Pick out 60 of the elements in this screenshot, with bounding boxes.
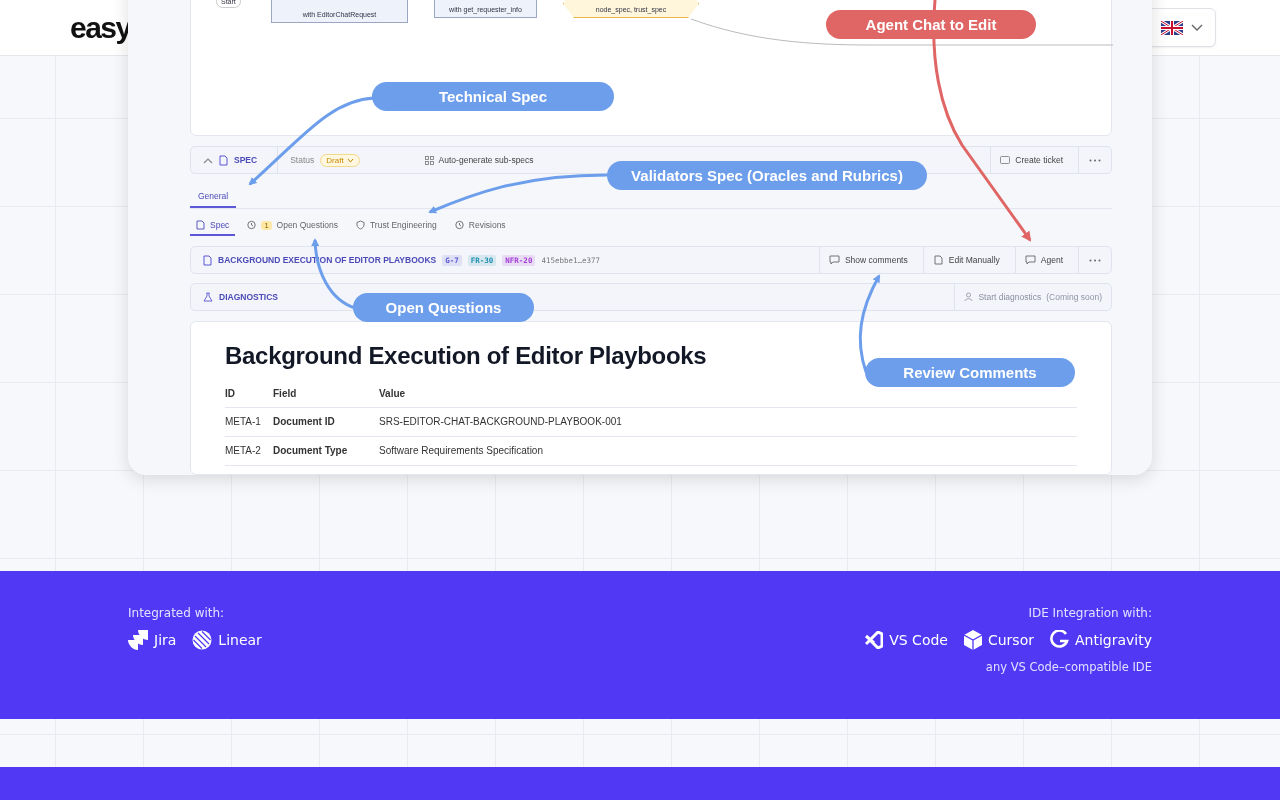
ticket-icon	[1000, 156, 1011, 164]
cube-icon	[963, 630, 982, 650]
chevron-up-icon[interactable]	[203, 156, 213, 164]
tab[interactable]: Trust Engineering	[350, 218, 443, 236]
more-icon	[1089, 258, 1101, 262]
logo[interactable]: easy	[70, 10, 131, 45]
annotation-label: Review Comments	[865, 358, 1075, 387]
column-header: Value	[379, 388, 1077, 408]
ide-note: any VS Code–compatible IDE	[985, 660, 1152, 674]
table-cell: Software Requirements Specification	[379, 436, 1077, 466]
shield-icon	[356, 220, 365, 230]
toolbar-button[interactable]: Show comments	[818, 247, 917, 273]
column-header: ID	[225, 388, 273, 408]
annotation-label: Validators Spec (Oracles and Rubrics)	[607, 161, 927, 190]
clock-icon	[247, 220, 257, 230]
spec-label: SPEC	[234, 155, 258, 165]
document-heading: Background Execution of Editor Playbooks	[225, 342, 708, 370]
diagnostics-label: DIAGNOSTICS	[219, 292, 279, 302]
integration-link[interactable]: Jira	[128, 630, 177, 650]
integration-link[interactable]: Linear	[192, 630, 262, 650]
table-cell: META-2	[225, 436, 273, 466]
ide-link[interactable]: Cursor	[963, 630, 1034, 650]
chevron-down-icon	[1191, 23, 1203, 32]
integrations-label: Integrated with:	[128, 606, 226, 620]
table-cell: SRS-EDITOR-CHAT-BACKGROUND-PLAYBOOK-001	[379, 407, 1077, 437]
document-icon	[196, 220, 205, 230]
speech-bubble-icon	[828, 255, 840, 265]
person-icon	[964, 292, 974, 302]
column-header: Field	[273, 388, 379, 408]
grid-icon	[424, 155, 434, 165]
flag-icon	[1161, 20, 1183, 35]
striped-circle-icon	[192, 630, 213, 650]
more-icon	[1089, 158, 1101, 162]
flask-icon	[203, 292, 213, 302]
document-icon	[932, 255, 944, 265]
caret-icon	[346, 157, 354, 163]
annotation-label: Agent Chat to Edit	[826, 10, 1036, 39]
tab[interactable]: Spec	[190, 218, 236, 236]
clock-icon	[454, 220, 464, 230]
auto-generate-button[interactable]: Auto-generate sub-specs	[415, 147, 543, 173]
table-cell: META-1	[225, 407, 273, 437]
tab[interactable]: General	[190, 188, 237, 208]
annotation-label: Technical Spec	[372, 82, 614, 111]
code-editor-icon	[865, 631, 884, 649]
tab[interactable]: Revisions	[448, 218, 512, 236]
table-cell: Document ID	[273, 407, 379, 437]
ide-label: IDE Integration with:	[1028, 606, 1152, 620]
table-cell: Document Type	[273, 436, 379, 466]
document-icon	[203, 254, 212, 266]
ide-link[interactable]: Antigravity	[1050, 630, 1152, 650]
speech-bubble-icon	[1024, 255, 1036, 265]
stacked-chevrons-icon	[128, 630, 148, 650]
ide-link[interactable]: VS Code	[865, 630, 948, 650]
status-label: Status	[290, 155, 315, 165]
document-icon	[219, 154, 228, 166]
create-ticket-button[interactable]: Create ticket	[990, 147, 1072, 173]
g-letter-icon	[1050, 630, 1069, 650]
annotation-label: Open Questions	[353, 293, 534, 322]
toolbar-button[interactable]: Edit Manually	[922, 247, 1009, 273]
toolbar-button[interactable]: Agent	[1014, 247, 1072, 273]
